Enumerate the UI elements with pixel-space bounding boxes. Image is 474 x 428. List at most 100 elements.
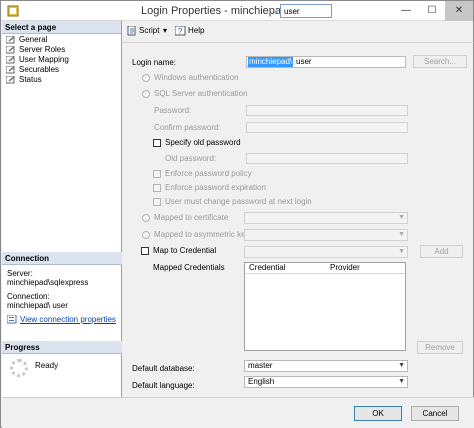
mapped-credentials-label: Mapped Credentials [153,263,225,272]
title-bar[interactable]: Login Properties - minchiepad\ user — ☐ … [1,1,473,21]
credential-column-header[interactable]: Credential [249,263,285,273]
properties-icon [7,315,17,324]
chevron-down-icon: ▼ [398,248,405,255]
server-value: minchiepad\sqlexpress [7,278,89,287]
sql-auth-label: SQL Server authentication [154,89,248,98]
script-icon [127,26,136,36]
map-to-credential-label: Map to Credential [153,246,217,255]
map-to-credential-checkbox[interactable] [141,247,149,255]
svg-text:?: ? [178,27,183,36]
progress-header: Progress [2,341,122,354]
page-item-server-roles[interactable]: Server Roles [2,45,121,55]
help-icon: ? [175,26,186,36]
wrench-page-icon [6,36,15,44]
confirm-password-label: Confirm password: [154,123,221,132]
default-database-select[interactable]: master ▼ [244,360,408,372]
connection-value: minchiepad\ user [7,301,68,310]
login-name-input[interactable]: minchiepad\ user [246,56,406,68]
page-item-label: Server Roles [19,45,66,54]
login-name-selected-text: minchiepad\ [248,57,294,67]
left-pane: Select a page General Server Roles User … [2,21,122,409]
default-language-label: Default language: [132,381,195,390]
mapped-credentials-grid[interactable]: Credential Provider [244,262,406,351]
progress-spinner-icon [10,359,28,377]
old-password-input[interactable] [246,153,408,164]
properties-pane: Script ▾ ? Help Login name: minchiepad\ … [123,21,474,409]
windows-auth-radio[interactable] [142,74,150,82]
chevron-down-icon: ▼ [398,231,405,238]
grid-header: Credential Provider [245,263,405,274]
dialog-footer: OK Cancel [2,397,474,428]
asymmetric-key-select[interactable]: ▼ [244,229,408,241]
script-dropdown-arrow-icon[interactable]: ▾ [163,26,167,36]
enforce-policy-checkbox[interactable] [153,170,161,178]
login-properties-window: Login Properties - minchiepad\ user — ☐ … [0,0,474,428]
progress-status: Ready [35,361,59,370]
help-button[interactable]: ? Help [175,26,204,36]
progress-section: Progress Ready [2,341,122,377]
remove-credential-button[interactable]: Remove [417,341,463,354]
windows-auth-label: Windows authentication [154,73,239,82]
default-database-label: Default database: [132,364,195,373]
connection-section: Connection Server: minchiepad\sqlexpress … [2,252,122,328]
default-database-value: master [248,361,273,370]
must-change-checkbox[interactable] [153,198,161,206]
window-title-user: user [280,4,332,18]
server-label: Server: [7,269,33,278]
page-item-user-mapping[interactable]: User Mapping [2,55,121,65]
sql-auth-radio[interactable] [142,90,150,98]
wrench-page-icon [6,76,15,84]
page-item-securables[interactable]: Securables [2,65,121,75]
cancel-button[interactable]: Cancel [411,406,459,421]
provider-column-header[interactable]: Provider [330,263,360,273]
window-title: Login Properties - minchiepad\ [141,5,291,17]
old-password-label: Old password: [165,154,217,163]
wrench-page-icon [6,66,15,74]
chevron-down-icon: ▼ [398,362,405,369]
page-item-status[interactable]: Status [2,75,121,85]
enforce-policy-label: Enforce password policy [165,169,252,178]
connection-label: Connection: [7,292,50,301]
default-language-select[interactable]: English ▼ [244,376,408,388]
minimize-button[interactable]: — [393,1,419,21]
login-name-user-text: user [296,57,312,66]
select-page-header: Select a page [2,21,121,34]
default-language-value: English [248,377,275,386]
add-credential-button[interactable]: Add [420,245,463,258]
close-button[interactable]: ✕ [445,1,473,21]
toolbar: Script ▾ ? Help [123,21,474,43]
specify-old-password-label: Specify old password [165,138,241,147]
specify-old-password-checkbox[interactable] [153,139,161,147]
credential-select[interactable]: ▼ [244,246,408,258]
confirm-password-input[interactable] [246,122,408,133]
mapped-certificate-label: Mapped to certificate [154,213,229,222]
search-button[interactable]: Search... [413,55,467,68]
password-label: Password: [154,106,192,115]
page-item-label: Status [19,75,42,84]
maximize-button[interactable]: ☐ [419,1,445,21]
wrench-page-icon [6,56,15,64]
app-icon [7,5,19,17]
enforce-expiration-checkbox[interactable] [153,184,161,192]
connection-header: Connection [2,252,122,265]
page-item-label: General [19,35,48,44]
page-item-general[interactable]: General [2,35,121,45]
must-change-label: User must change password at next login [165,197,312,206]
password-input[interactable] [246,105,408,116]
enforce-expiration-label: Enforce password expiration [165,183,266,192]
certificate-select[interactable]: ▼ [244,212,408,224]
mapped-asymmetric-key-radio[interactable] [142,231,150,239]
view-connection-link[interactable]: View connection properties [20,315,116,324]
page-item-label: User Mapping [19,55,69,64]
ok-button[interactable]: OK [354,406,402,421]
script-button[interactable]: Script [127,26,159,36]
page-list: General Server Roles User Mapping Secura… [2,34,121,86]
help-label: Help [188,26,205,35]
mapped-certificate-radio[interactable] [142,214,150,222]
page-item-label: Securables [19,65,60,74]
script-label: Script [139,26,160,35]
view-connection-properties[interactable]: View connection properties [7,315,117,324]
mapped-asymmetric-key-label: Mapped to asymmetric key [154,230,250,239]
login-name-label: Login name: [132,58,177,67]
chevron-down-icon: ▼ [398,378,405,385]
